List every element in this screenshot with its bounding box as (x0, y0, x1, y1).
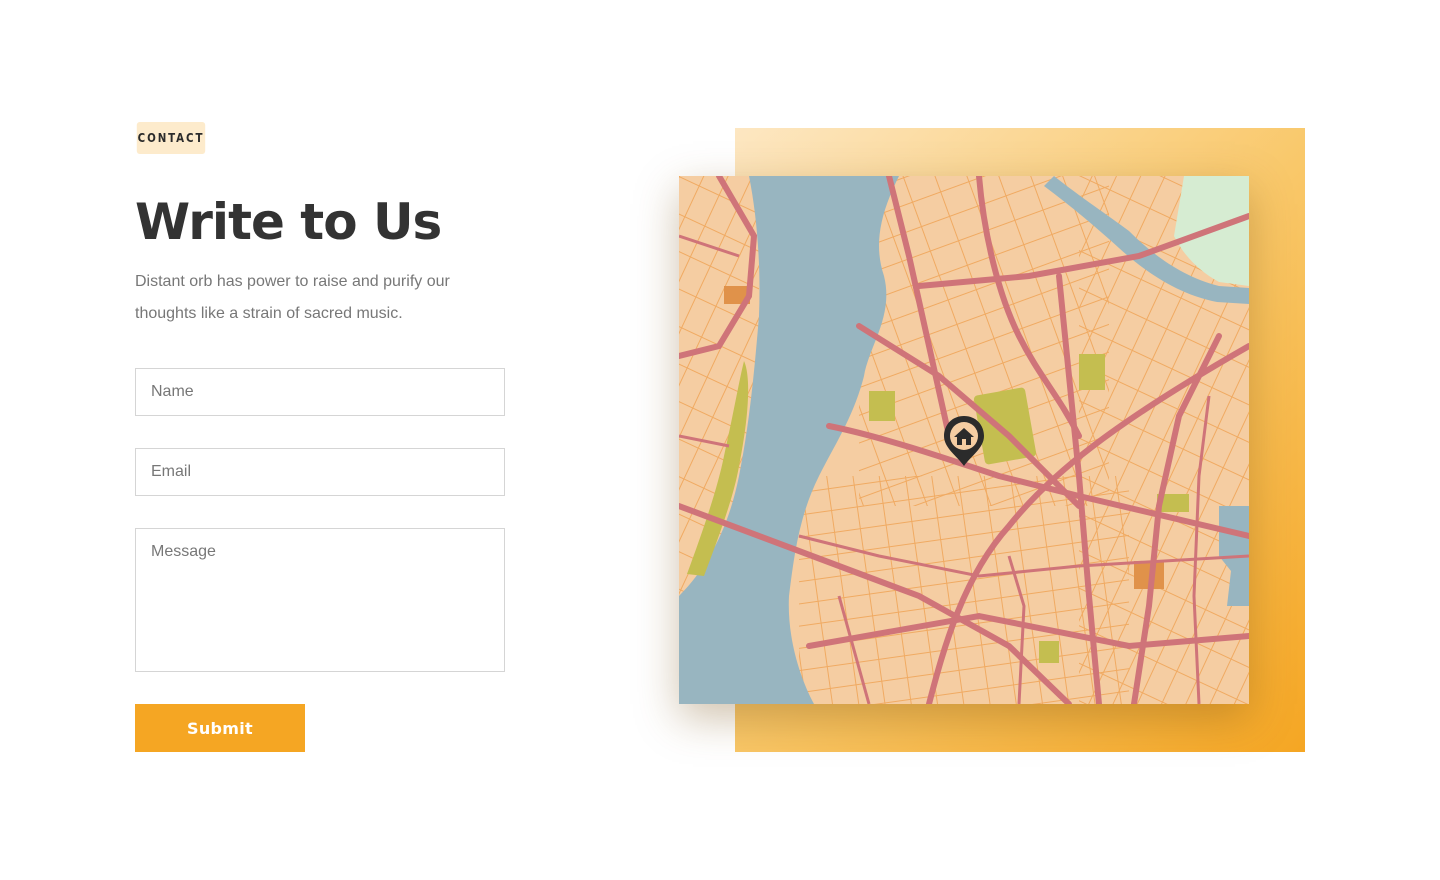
submit-button[interactable]: Submit (135, 704, 305, 752)
page-title: Write to Us (135, 193, 442, 251)
section-description: Distant orb has power to raise and purif… (135, 273, 450, 322)
section-badge: CONTACT (136, 122, 206, 154)
email-input[interactable] (135, 448, 505, 496)
location-marker-icon[interactable] (941, 414, 987, 468)
message-textarea[interactable] (135, 528, 505, 672)
name-input[interactable] (135, 368, 505, 416)
map[interactable] (679, 176, 1249, 704)
